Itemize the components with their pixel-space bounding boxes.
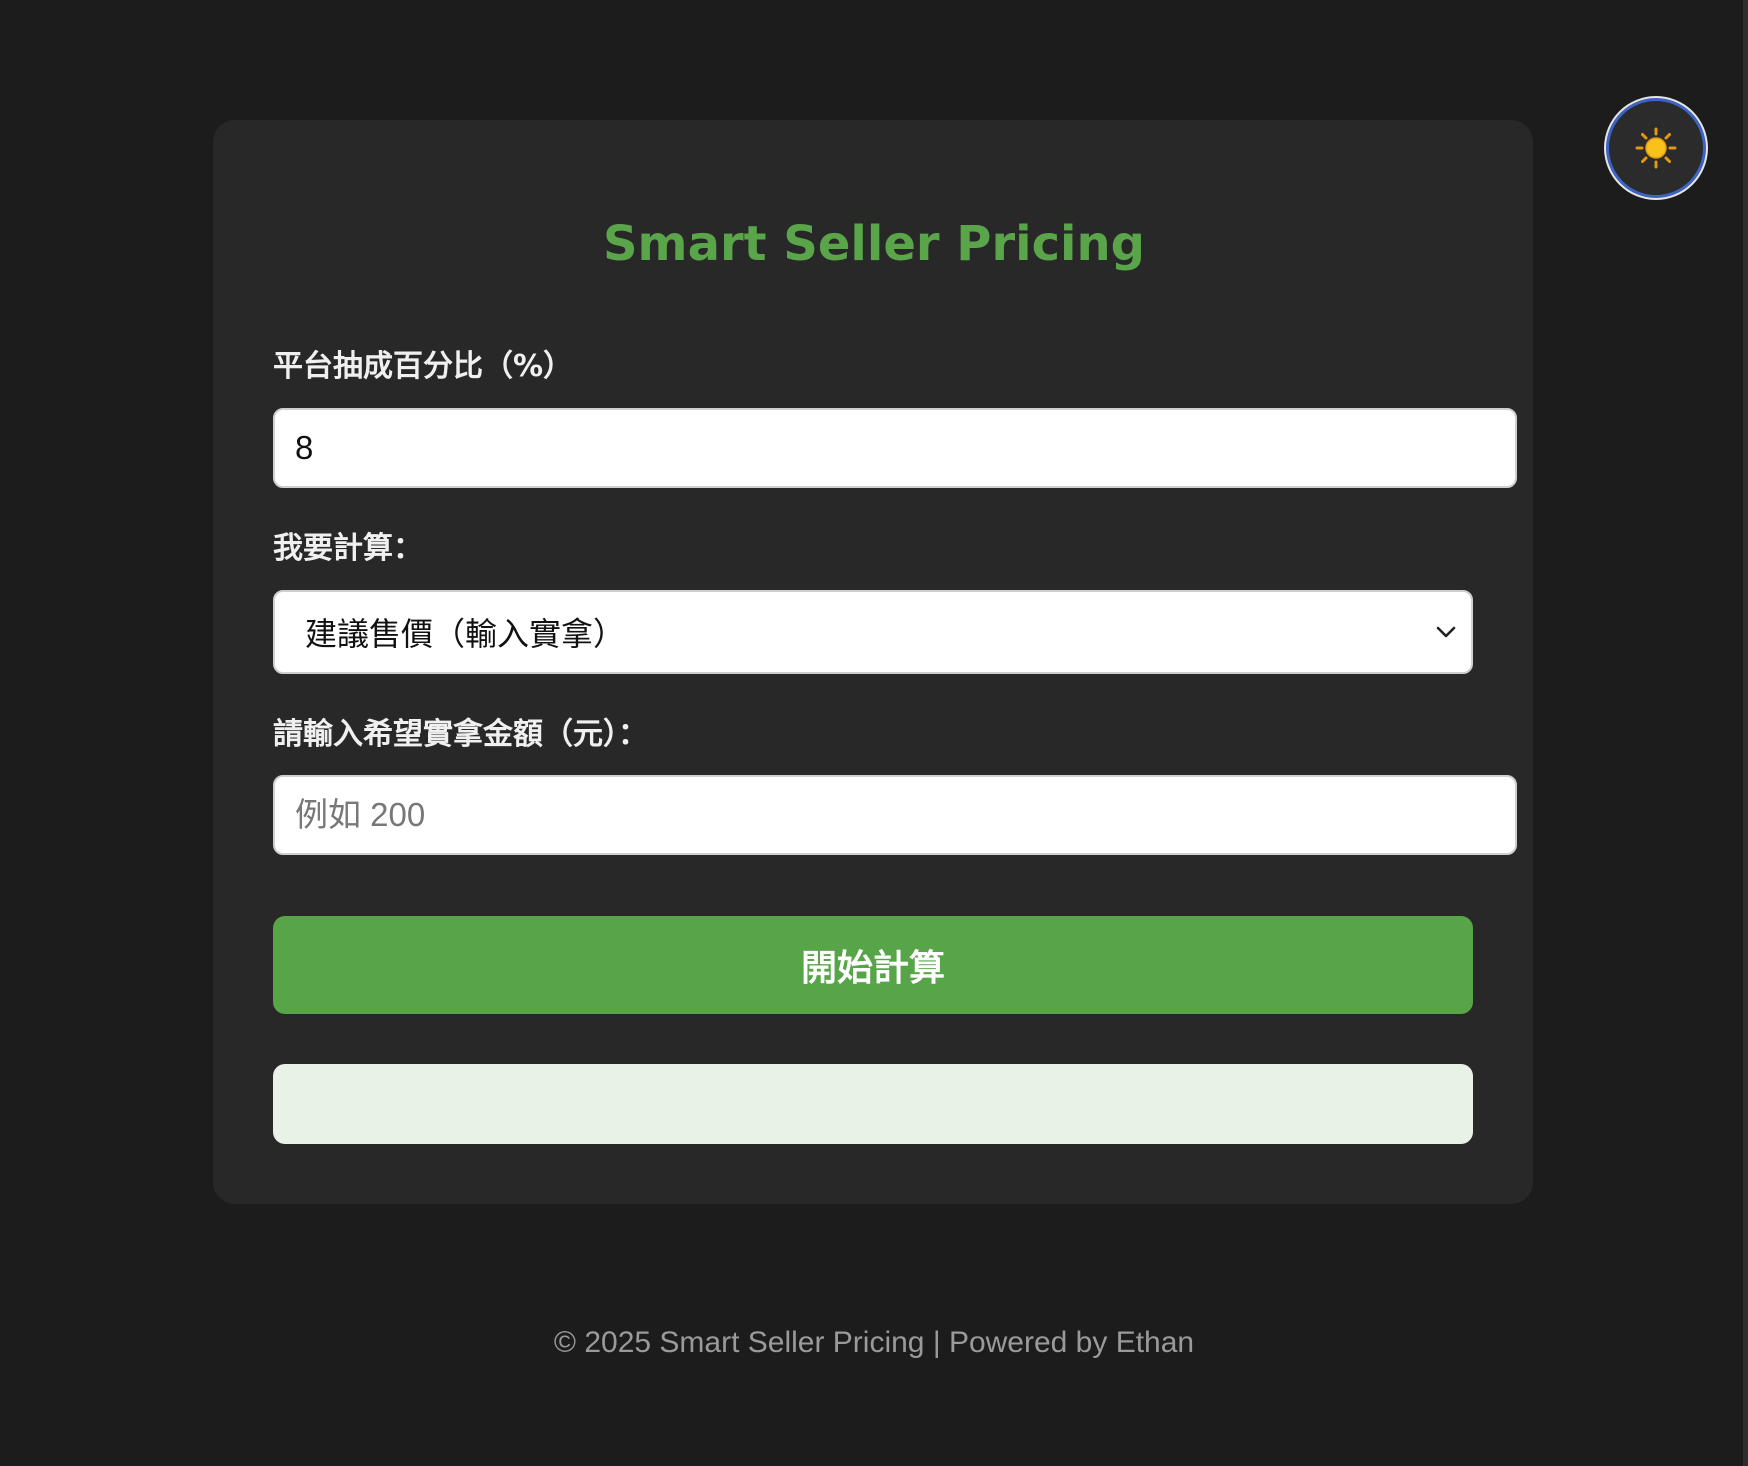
mode-label: 我要計算： [273, 531, 423, 566]
mode-select-value: 建議售價（輸入實拿） [305, 615, 626, 653]
page-title: Smart Seller Pricing [602, 216, 1145, 272]
sun-icon [1635, 127, 1677, 169]
target-amount-input[interactable] [273, 775, 1517, 855]
footer-text: © 2025 Smart Seller Pricing | Powered by… [553, 1326, 1195, 1359]
chevron-down-icon [1436, 626, 1456, 638]
commission-label: 平台抽成百分比（%） [273, 349, 574, 384]
result-box [273, 1064, 1473, 1144]
calculate-button[interactable]: 開始計算 [273, 916, 1473, 1014]
target-amount-label: 請輸入希望實拿金額（元）： [273, 717, 648, 752]
theme-toggle-button[interactable] [1606, 98, 1706, 198]
mode-select[interactable]: 建議售價（輸入實拿） [273, 590, 1473, 674]
commission-input[interactable] [273, 408, 1517, 488]
